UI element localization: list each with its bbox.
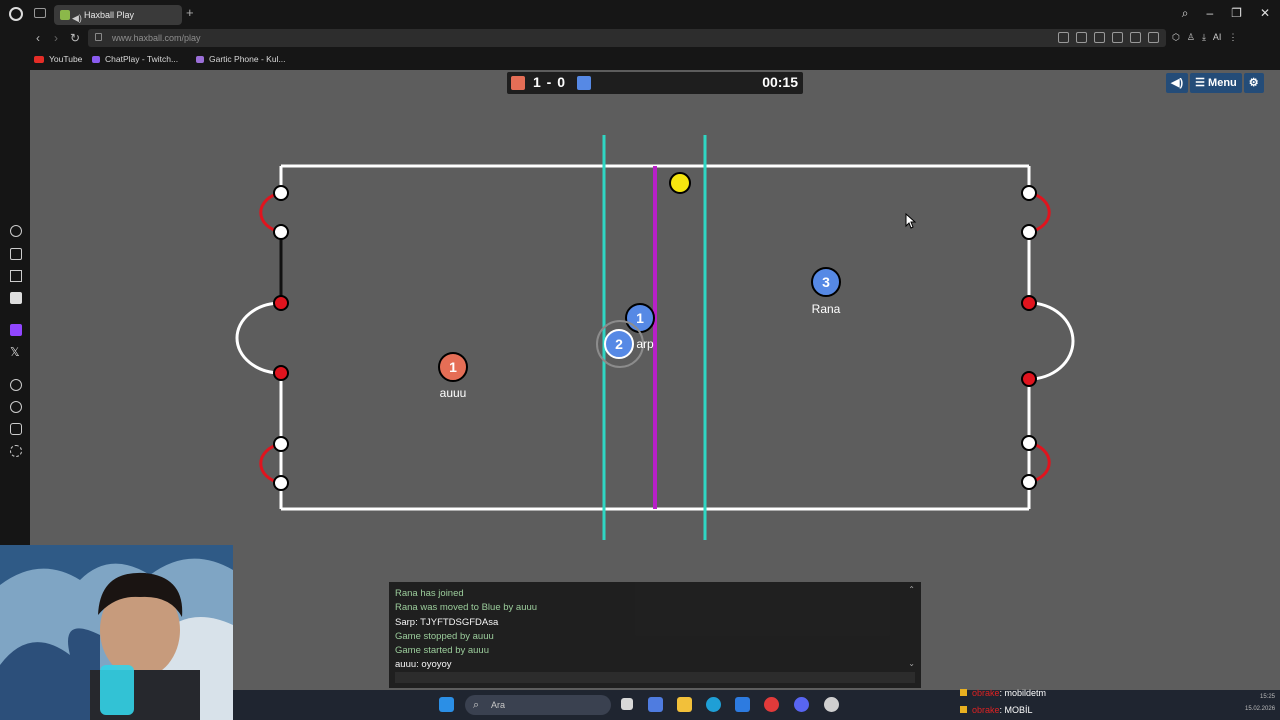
red-team-swatch <box>511 76 525 90</box>
goal-post <box>273 365 289 381</box>
chevron-down-icon[interactable]: ⌄ <box>908 659 915 668</box>
clock-time: 15:25 <box>1259 694 1275 700</box>
stream-notification: obrake: mobildetm <box>960 688 1046 698</box>
goal-post <box>1021 295 1037 311</box>
opera-icon[interactable] <box>764 697 779 712</box>
blue-team-swatch <box>577 76 591 90</box>
task-view-icon[interactable] <box>621 698 633 710</box>
post <box>273 436 289 452</box>
player-number: 2 <box>615 336 623 352</box>
ball <box>669 172 691 194</box>
notification-message: : MOBİL <box>999 705 1033 715</box>
notification-user: obrake <box>972 705 1000 715</box>
post <box>273 224 289 240</box>
edge-icon[interactable] <box>706 697 721 712</box>
chat-message: Game stopped by auuu <box>395 630 494 642</box>
chat-message: auuu: oyoyoy <box>395 659 452 671</box>
player-number: 3 <box>822 274 830 290</box>
player-blue-3: 3 Rana <box>811 267 841 316</box>
chat-input[interactable] <box>395 672 915 683</box>
post <box>273 185 289 201</box>
chat-panel: ⌃ Rana has joined Rana was moved to Blue… <box>389 582 921 688</box>
notification-message: : mobildetm <box>999 688 1047 698</box>
hamburger-icon: ☰ <box>1195 77 1209 89</box>
player-blue-1: 1 <box>625 303 655 333</box>
settings-button[interactable]: ⚙ <box>1243 73 1264 93</box>
clock[interactable]: 15:25 15.02.2026 <box>1245 694 1275 712</box>
stream-notification: obrake: MOBİL <box>960 705 1033 715</box>
notification-dot-icon <box>960 706 967 713</box>
score-text: 1 - 0 <box>533 74 567 90</box>
sound-button[interactable]: ◀) <box>1166 73 1189 93</box>
notification-dot-icon <box>960 689 967 696</box>
mouse-cursor-icon <box>905 212 917 229</box>
chat-message: Rana was moved to Blue by auuu <box>395 602 538 614</box>
game-toolbar: ◀) ☰ Menu ⚙ <box>1166 73 1264 93</box>
left-goal-arc <box>235 301 282 375</box>
post <box>1021 474 1037 490</box>
player-name: auuu <box>440 386 467 400</box>
file-explorer-icon[interactable] <box>677 697 692 712</box>
menu-label: Menu <box>1208 77 1237 89</box>
right-goal-arc <box>1028 301 1075 381</box>
webcam-overlay <box>0 545 233 720</box>
windows-taskbar: ⌕ Ara obrake: mobildetm obrake: MOBİL 15… <box>233 688 1280 720</box>
game-timer: 00:15 <box>762 74 798 90</box>
chevron-up-icon[interactable]: ⌃ <box>908 585 915 594</box>
chat-message: Sarp: TJYFTDSGFDAsa <box>395 616 499 628</box>
post <box>1021 224 1037 240</box>
player-red-1: 1 auuu <box>438 352 468 400</box>
player-name: arp <box>636 337 654 351</box>
steam-icon[interactable] <box>824 697 839 712</box>
player-number: 1 <box>449 359 457 375</box>
menu-button[interactable]: ☰ Menu <box>1190 73 1242 93</box>
goal-post <box>273 295 289 311</box>
discord-icon[interactable] <box>794 697 809 712</box>
post <box>273 475 289 491</box>
speaker-icon: ◀) <box>1171 77 1184 89</box>
post <box>1021 185 1037 201</box>
chat-message: Game started by auuu <box>395 645 489 657</box>
search-icon: ⌕ <box>473 699 480 711</box>
notification-user: obrake <box>972 688 1000 698</box>
chat-log: Rana has joined Rana was moved to Blue b… <box>395 587 907 673</box>
copilot-icon[interactable] <box>648 697 663 712</box>
player-name: Rana <box>812 302 841 316</box>
chat-message: Rana has joined <box>395 588 464 599</box>
windows-start-icon[interactable] <box>439 697 454 712</box>
search-placeholder: Ara <box>491 700 506 710</box>
goal-post <box>1021 371 1037 387</box>
gear-icon: ⚙ <box>1248 77 1259 89</box>
player-number: 1 <box>636 310 644 326</box>
webcam-image <box>0 545 233 720</box>
scoreboard: 1 - 0 00:15 <box>507 72 803 94</box>
taskbar-search[interactable]: ⌕ Ara <box>465 695 611 715</box>
clock-date: 15.02.2026 <box>1245 706 1276 712</box>
store-icon[interactable] <box>735 697 750 712</box>
post <box>1021 435 1037 451</box>
